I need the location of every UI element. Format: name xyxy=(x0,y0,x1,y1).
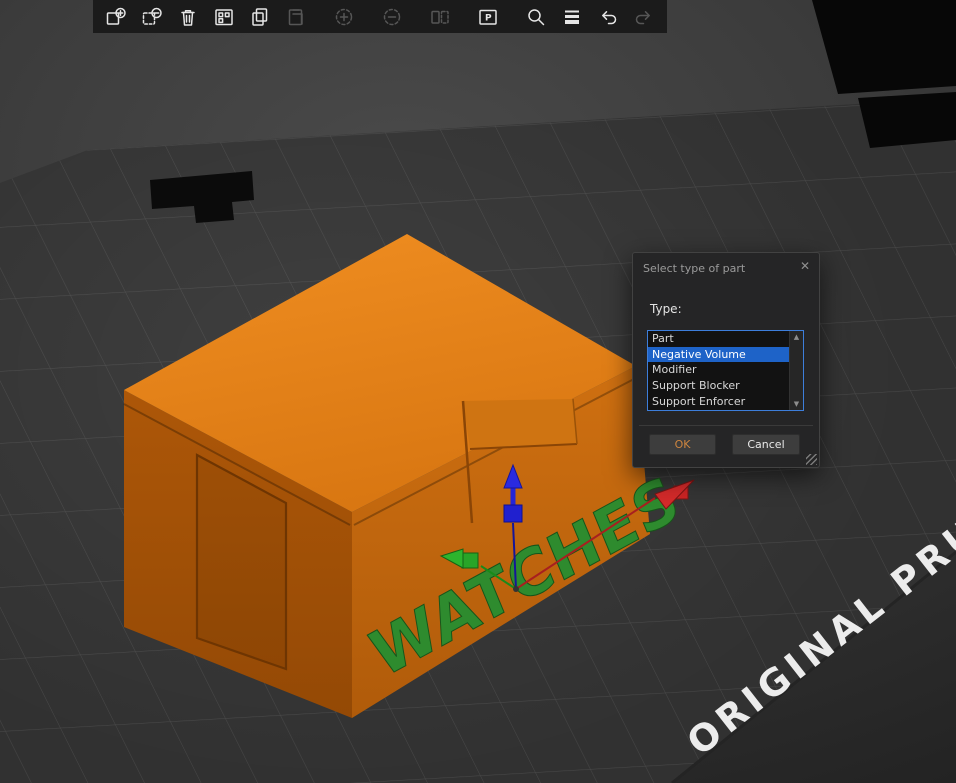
undo-icon xyxy=(602,10,617,24)
search-button[interactable] xyxy=(525,6,547,28)
gizmo-origin xyxy=(513,586,519,592)
close-icon[interactable]: ✕ xyxy=(800,259,810,273)
paste-button[interactable] xyxy=(285,6,307,28)
remove-instance-button[interactable] xyxy=(381,6,403,28)
cancel-button[interactable]: Cancel xyxy=(732,434,800,455)
part-type-listbox[interactable]: Part Negative Volume Modifier Support Bl… xyxy=(647,330,804,411)
paste-icon xyxy=(288,8,303,25)
part-type-list: Part Negative Volume Modifier Support Bl… xyxy=(648,331,789,410)
add-instance-button[interactable] xyxy=(333,6,355,28)
top-toolbar: P xyxy=(93,0,667,33)
select-part-type-dialog: Select type of part ✕ Type: Part Negativ… xyxy=(632,252,820,468)
copy-button[interactable] xyxy=(249,6,271,28)
list-scrollbar[interactable]: ▲ ▼ xyxy=(789,331,803,410)
option-negative-volume[interactable]: Negative Volume xyxy=(648,346,789,363)
variable-layer-height-button[interactable] xyxy=(561,6,583,28)
split-to-objects-icon xyxy=(431,10,449,24)
delete-all-button[interactable] xyxy=(177,6,199,28)
undo-button[interactable] xyxy=(597,6,619,28)
option-part[interactable]: Part xyxy=(648,331,789,347)
prusaslicer-viewport-window: ORIGINAL PRUSA WATCHES xyxy=(0,0,956,783)
add-instance-icon xyxy=(335,8,353,25)
dialog-separator xyxy=(639,425,813,426)
delete-object-button[interactable] xyxy=(141,6,163,28)
option-support-blocker[interactable]: Support Blocker xyxy=(648,378,789,394)
add-object-icon xyxy=(106,7,126,25)
redo-icon xyxy=(635,10,650,24)
split-to-objects-button[interactable] xyxy=(429,6,451,28)
copy-icon xyxy=(252,7,268,26)
arrange-icon xyxy=(215,8,233,25)
variable-layer-height-icon xyxy=(565,10,579,24)
remove-instance-icon xyxy=(383,8,401,25)
option-modifier[interactable]: Modifier xyxy=(648,362,789,378)
redo-button[interactable] xyxy=(633,6,655,28)
ok-button[interactable]: OK xyxy=(649,434,716,455)
delete-all-icon xyxy=(181,9,195,26)
option-support-enforcer[interactable]: Support Enforcer xyxy=(648,394,789,410)
scroll-up-icon[interactable]: ▲ xyxy=(794,333,799,341)
arrange-button[interactable] xyxy=(213,6,235,28)
scroll-down-icon[interactable]: ▼ xyxy=(794,400,799,408)
resize-grip[interactable] xyxy=(806,454,817,465)
dialog-title: Select type of part xyxy=(643,262,746,275)
delete-object-icon xyxy=(142,7,162,25)
search-icon xyxy=(528,8,545,25)
add-object-button[interactable] xyxy=(105,6,127,28)
type-label: Type: xyxy=(650,302,682,316)
split-to-parts-button[interactable]: P xyxy=(477,6,499,28)
svg-text:P: P xyxy=(485,13,492,23)
split-to-parts-icon: P xyxy=(479,9,497,25)
